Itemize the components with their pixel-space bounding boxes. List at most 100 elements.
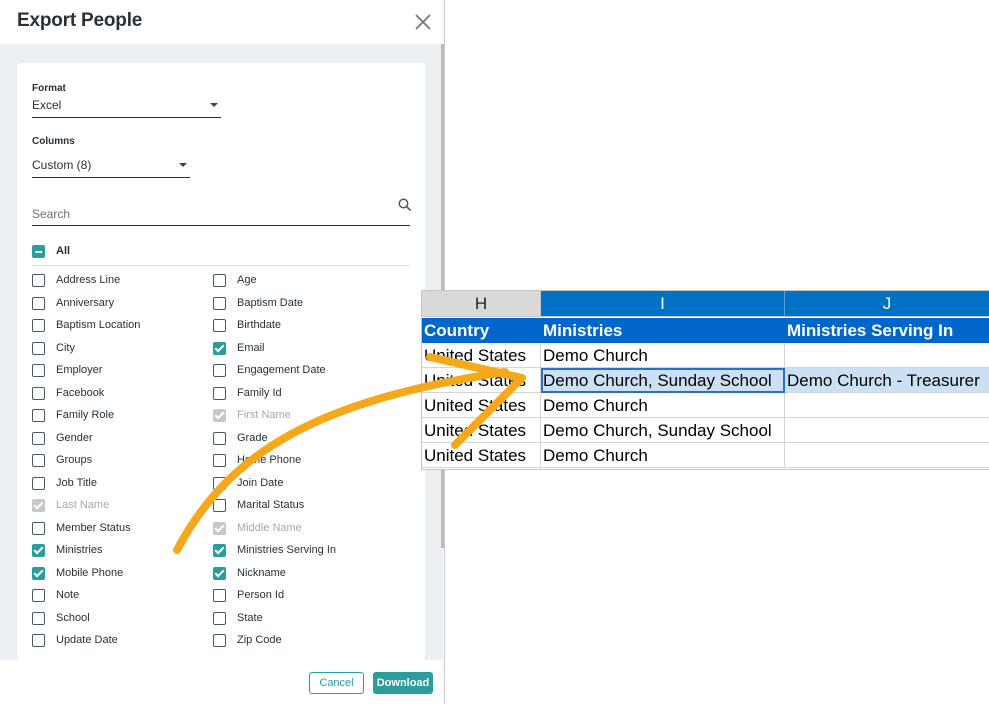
- column-search: [32, 198, 412, 226]
- checkbox-icon: [32, 589, 45, 602]
- table-cell[interactable]: United States: [422, 368, 541, 393]
- checkbox-icon: [32, 454, 45, 467]
- column-option-label: Email: [237, 341, 265, 354]
- column-option-label: Age: [237, 274, 257, 286]
- column-option-label: School: [56, 611, 90, 624]
- column-option-label: Zip Code: [237, 634, 282, 646]
- cancel-button[interactable]: Cancel: [309, 672, 364, 694]
- table-cell[interactable]: United States: [422, 443, 541, 468]
- format-label: Format: [32, 83, 66, 94]
- column-option-label: Job Title: [56, 476, 97, 489]
- checkbox-icon: [213, 589, 226, 602]
- columns-select[interactable]: Custom (8): [32, 158, 190, 178]
- checkbox-icon: [213, 319, 226, 332]
- column-option-label: Facebook: [56, 386, 105, 399]
- column-option-label: Grade: [237, 431, 268, 444]
- checkbox-icon: [32, 409, 45, 422]
- table-cell[interactable]: Demo Church: [541, 443, 785, 468]
- checked-checkbox-icon: [213, 521, 226, 535]
- options-card: Format Excel Columns Custom (8) Search A…: [17, 63, 425, 660]
- indeterminate-checkbox-icon: [32, 245, 45, 258]
- checkbox-icon: [213, 611, 226, 625]
- table-cell[interactable]: Demo Church - Treasurer: [785, 368, 989, 393]
- column-option-label: Gender: [56, 431, 93, 444]
- checkbox-icon: [32, 431, 45, 445]
- table-cell[interactable]: Demo Church, Sunday School: [541, 368, 785, 393]
- format-select[interactable]: Excel: [32, 98, 221, 118]
- table-cell[interactable]: United States: [422, 393, 541, 418]
- checkbox-icon: [213, 431, 226, 445]
- checked-checkbox-icon: [32, 499, 45, 512]
- checkbox-icon: [32, 521, 45, 535]
- checkbox-icon: [32, 341, 45, 355]
- column-option-label: Home Phone: [237, 454, 302, 466]
- checked-checkbox-icon: [213, 544, 226, 557]
- checkbox-icon: [213, 274, 226, 287]
- table-cell[interactable]: [785, 443, 989, 468]
- checkbox-icon: [213, 454, 226, 467]
- excel-preview: H I J Country Ministries Ministries Serv…: [421, 290, 989, 470]
- columns-label: Columns: [32, 136, 75, 147]
- checkbox-icon: [213, 476, 226, 490]
- checkbox-icon: [213, 296, 226, 310]
- divider: [32, 265, 410, 266]
- checkbox-icon: [213, 386, 226, 400]
- column-option-label: Middle Name: [237, 521, 302, 534]
- download-button[interactable]: Download: [373, 672, 433, 694]
- table-cell[interactable]: Demo Church, Sunday School: [541, 418, 785, 443]
- header-cell-ministries-serving-in: Ministries Serving In: [785, 318, 989, 343]
- table-cell[interactable]: United States: [422, 418, 541, 443]
- checked-checkbox-icon: [213, 341, 226, 355]
- table-cell[interactable]: United States: [422, 343, 541, 368]
- chevron-down-icon: [210, 103, 218, 107]
- column-letter-i: I: [541, 291, 785, 317]
- table-cell[interactable]: Demo Church: [541, 393, 785, 418]
- column-option-label: State: [237, 611, 263, 624]
- column-option-label: Baptism Location: [56, 319, 141, 331]
- dialog-header: Export People: [0, 0, 445, 44]
- dialog-body: Format Excel Columns Custom (8) Search A…: [0, 44, 443, 660]
- checkbox-icon: [32, 296, 45, 310]
- checkbox-icon: [32, 386, 45, 400]
- search-input[interactable]: [32, 204, 382, 224]
- table-cell[interactable]: Demo Church: [541, 343, 785, 368]
- checkbox-icon: [32, 274, 45, 287]
- checkbox-icon: [213, 499, 226, 512]
- table-cell[interactable]: [785, 343, 989, 368]
- column-option-label: Family Id: [237, 386, 282, 399]
- checkbox-icon: [213, 634, 226, 647]
- column-option-label: Person Id: [237, 589, 285, 601]
- column-option-label: Nickname: [237, 566, 286, 579]
- column-option-label: Anniversary: [56, 296, 115, 309]
- column-letter-h: H: [422, 291, 541, 317]
- checkbox-icon: [32, 634, 45, 647]
- column-letter-j: J: [785, 291, 989, 317]
- column-option-label: Member Status: [56, 521, 131, 534]
- checked-checkbox-icon: [32, 566, 45, 580]
- column-option-label: Ministries Serving In: [237, 544, 337, 556]
- column-option-label: Address Line: [56, 274, 121, 286]
- search-icon[interactable]: [398, 198, 412, 212]
- table-cell[interactable]: [785, 393, 989, 418]
- checkbox-icon: [213, 364, 226, 377]
- column-option-label: Mobile Phone: [56, 566, 124, 579]
- column-option-label: Engagement Date: [237, 364, 326, 376]
- column-option-label: Birthdate: [237, 319, 282, 331]
- column-option-label: Groups: [56, 454, 93, 466]
- table-cell[interactable]: [785, 418, 989, 443]
- column-option-label: Ministries: [56, 544, 103, 556]
- checkbox-icon: [32, 364, 45, 377]
- close-icon[interactable]: [413, 12, 433, 32]
- format-value: Excel: [32, 98, 62, 112]
- header-cell-ministries: Ministries: [541, 318, 785, 343]
- column-option-label: Marital Status: [237, 499, 305, 511]
- columns-value: Custom (8): [32, 158, 92, 172]
- column-option-label: Employer: [56, 364, 103, 376]
- column-option-label: Note: [56, 589, 80, 601]
- column-option-label: First Name: [237, 409, 291, 421]
- dialog-title: Export People: [17, 10, 143, 31]
- column-option-label: Last Name: [56, 499, 110, 511]
- column-option-label: Family Role: [56, 409, 115, 421]
- column-option-label: City: [56, 341, 75, 354]
- column-option-label: Baptism Date: [237, 296, 304, 309]
